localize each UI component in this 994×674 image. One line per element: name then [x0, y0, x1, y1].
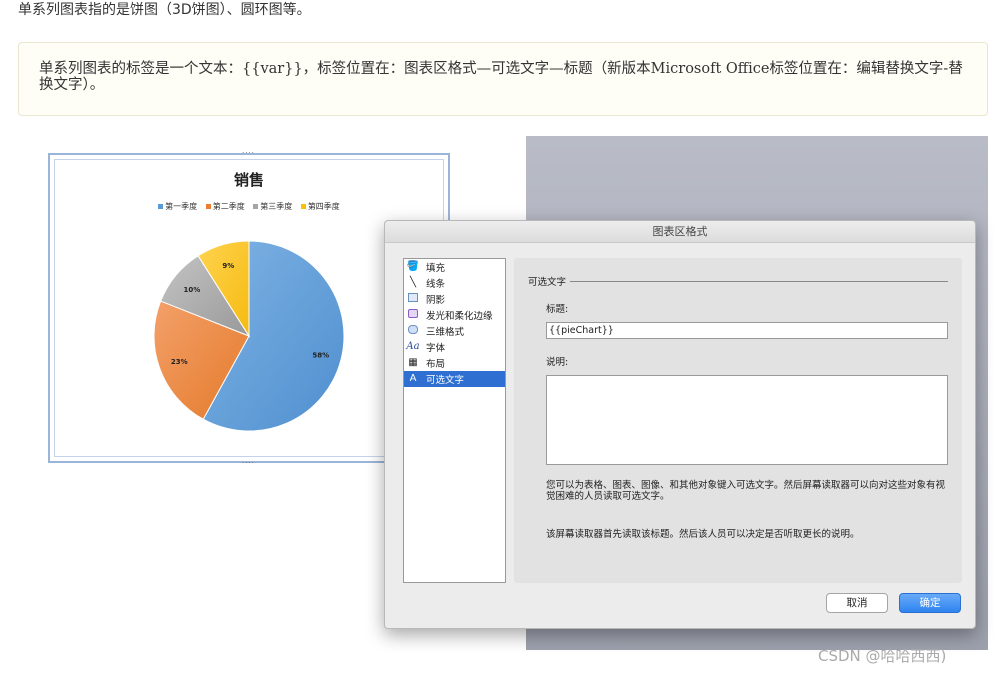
alt-title-input[interactable]	[546, 322, 948, 339]
sidebar-item-label: 线条	[426, 279, 446, 290]
shadow-icon	[406, 293, 420, 305]
glow-icon	[406, 309, 420, 321]
layout-icon: ▦	[408, 357, 418, 368]
cancel-button[interactable]: 取消	[826, 593, 888, 613]
sidebar-item-label: 发光和柔化边缘	[426, 311, 493, 322]
sidebar-item-layout[interactable]: ▦ 布局	[404, 355, 505, 371]
sidebar-item-glow[interactable]: 发光和柔化边缘	[404, 307, 505, 323]
sidebar-item-label: 阴影	[426, 295, 446, 306]
description-label: 说明:	[546, 357, 569, 368]
ok-button[interactable]: 确定	[899, 593, 961, 613]
sidebar-item-3d-format[interactable]: 三维格式	[404, 323, 505, 339]
paint-bucket-icon: 🪣	[406, 261, 420, 272]
section-title: 可选文字	[528, 277, 567, 288]
help-text-2: 该屏幕读取器首先读取该标题。然后该人员可以决定是否听取更长的说明。	[546, 529, 860, 540]
csdn-watermark: CSDN @哈哈西西)	[818, 647, 947, 665]
sidebar-item-label: 可选文字	[426, 375, 465, 386]
sidebar-item-label: 布局	[426, 359, 446, 370]
line-icon: ╲	[409, 277, 417, 288]
dialog-title: 图表区格式	[385, 221, 975, 243]
help-text-1: 您可以为表格、图表、图像、和其他对象键入可选文字。然后屏幕读取器可以向对这些对象…	[546, 480, 946, 502]
format-category-list: 🪣 填充 ╲ 线条 阴影 发光和柔化边缘 三维格式 Aa 字体 ▦ 布局 A 可选文字	[403, 258, 506, 583]
sidebar-item-shadow[interactable]: 阴影	[404, 291, 505, 307]
sidebar-item-font[interactable]: Aa 字体	[404, 339, 505, 355]
section-header: 可选文字	[528, 274, 948, 288]
embedded-screenshot: ···· ···· 销售 第一季度 第二季度 第三季度 第四季度 58% 23% 1…	[38, 136, 988, 650]
font-icon: Aa	[406, 341, 420, 352]
pie-data-label: 9%	[222, 262, 234, 270]
alt-text-icon: A	[409, 373, 417, 384]
sidebar-item-label: 三维格式	[426, 327, 465, 338]
format-chart-area-dialog: 图表区格式 🪣 填充 ╲ 线条 阴影 发光和柔化边缘 三维格式 Aa 字体 ▦ 布局 A…	[384, 220, 976, 629]
sidebar-item-label: 字体	[426, 343, 446, 354]
intro-text: 单系列图表指的是饼图（3D饼图）、圆环图等。	[18, 2, 311, 18]
pie-data-label: 58%	[312, 351, 329, 359]
3d-format-icon	[406, 325, 420, 337]
alt-text-panel: 可选文字 标题: 说明: 您可以为表格、图表、图像、和其他对象键入可选文字。然后…	[514, 258, 962, 583]
pie-data-label: 10%	[184, 286, 201, 294]
section-divider	[570, 280, 948, 282]
pie-data-label: 23%	[171, 358, 188, 366]
note-box: 单系列图表的标签是一个文本：{{var}}，标签位置在：图表区格式—可选文字—标…	[18, 42, 988, 116]
sidebar-item-label: 填充	[426, 263, 446, 274]
sidebar-item-alt-text[interactable]: A 可选文字	[404, 371, 505, 387]
title-label: 标题:	[546, 304, 569, 315]
sidebar-item-fill[interactable]: 🪣 填充	[404, 259, 505, 275]
alt-description-textarea[interactable]	[546, 375, 948, 465]
sidebar-item-line[interactable]: ╲ 线条	[404, 275, 505, 291]
